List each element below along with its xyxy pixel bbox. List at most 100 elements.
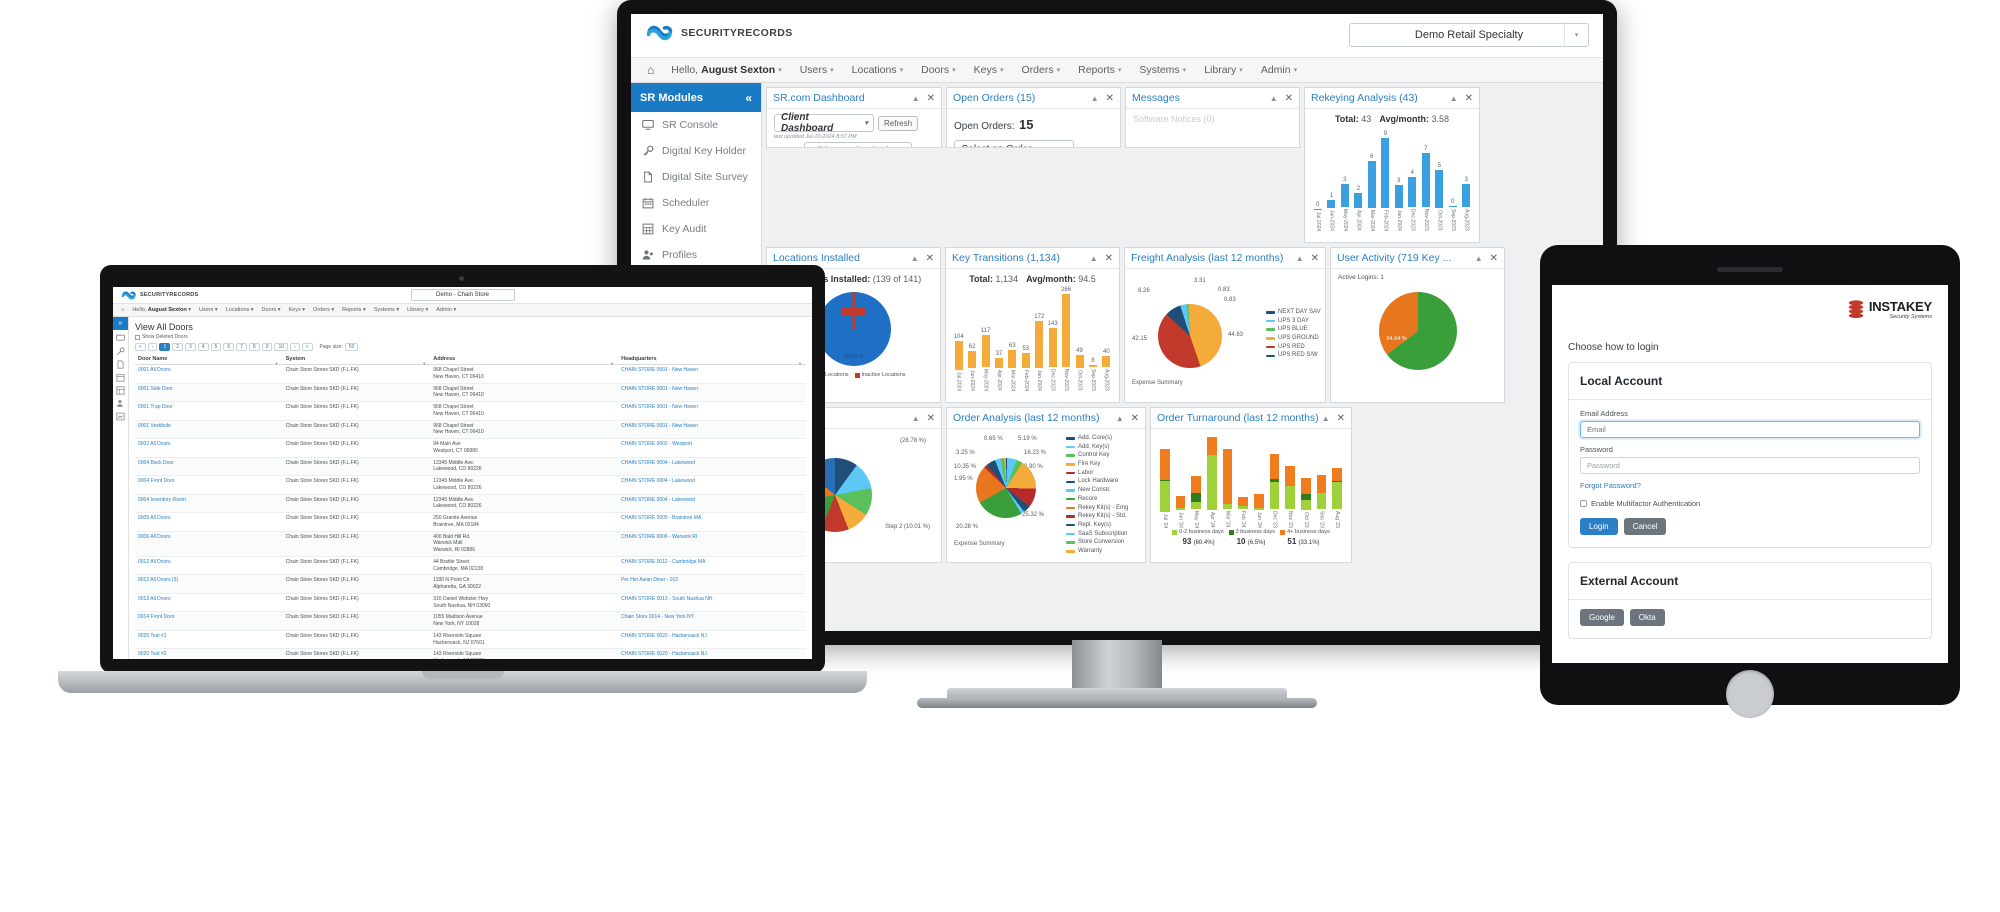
collapse-icon[interactable]: ▲ bbox=[1296, 254, 1304, 263]
login-button[interactable]: Login bbox=[1580, 518, 1618, 535]
sidebar-item-scheduler[interactable]: Scheduler bbox=[631, 190, 761, 216]
page-button-7[interactable]: 7 bbox=[236, 343, 247, 351]
nav-item-orders[interactable]: Orders ▾ bbox=[309, 307, 338, 313]
page-prev-button[interactable]: ‹ bbox=[147, 343, 158, 351]
table-row[interactable]: 0005 All Doors Chain Store Stores SKD (F.… bbox=[135, 512, 806, 532]
page-button-3[interactable]: 3 bbox=[185, 343, 196, 351]
close-icon[interactable]: ✕ bbox=[926, 253, 934, 264]
nav-item-systems[interactable]: Systems ▾ bbox=[1130, 58, 1195, 82]
collapse-icon[interactable]: ▲ bbox=[1450, 94, 1458, 103]
table-row[interactable]: 0012 All Doors (3) Chain Store Stores SKD… bbox=[135, 574, 806, 594]
dashboard-type-select[interactable]: Client Dashboard bbox=[774, 112, 874, 134]
cancel-button[interactable]: Cancel bbox=[1623, 518, 1667, 535]
nav-item-users[interactable]: Users ▾ bbox=[195, 307, 222, 313]
page-button-2[interactable]: 2 bbox=[172, 343, 184, 351]
collapse-icon[interactable]: ▲ bbox=[1322, 414, 1330, 423]
password-field[interactable]: Password bbox=[1580, 457, 1920, 474]
filter-icon[interactable]: ▼ bbox=[610, 361, 614, 366]
monitor-icon[interactable] bbox=[116, 334, 125, 343]
key-icon[interactable] bbox=[116, 347, 125, 356]
table-row[interactable]: 0020 Test #2 Chain Store Stores SKD (F.L.… bbox=[135, 648, 806, 659]
table-row[interactable]: 0014 Front Door Chain Store Stores SKD (F… bbox=[135, 611, 806, 631]
page-button-9[interactable]: 9 bbox=[261, 343, 273, 351]
sidebar-item-digital-site-survey[interactable]: Digital Site Survey bbox=[631, 164, 761, 190]
table-row[interactable]: 0004 Front Door Chain Store Stores SKD (F… bbox=[135, 475, 806, 495]
page-size-select[interactable]: 50 bbox=[344, 343, 359, 351]
nav-item-keys[interactable]: Keys ▾ bbox=[285, 307, 310, 313]
page-next-button[interactable]: › bbox=[290, 343, 300, 351]
email-field[interactable]: Email bbox=[1580, 421, 1920, 438]
google-login-button[interactable]: Google bbox=[1580, 609, 1624, 626]
close-icon[interactable]: ✕ bbox=[1105, 253, 1113, 264]
nav-item-systems[interactable]: Systems ▾ bbox=[370, 307, 403, 313]
sidebar-item-sr-console[interactable]: SR Console bbox=[631, 112, 761, 138]
column-header-door-name[interactable]: Door Name ▼ bbox=[135, 354, 283, 366]
collapse-icon[interactable]: ▲ bbox=[1270, 94, 1278, 103]
nav-item-orders[interactable]: Orders ▾ bbox=[1013, 58, 1070, 82]
table-row[interactable]: 0001 Vestibule Chain Store Stores SKD (F.… bbox=[135, 420, 806, 439]
grid-icon[interactable] bbox=[116, 386, 125, 395]
collapse-icon[interactable]: ▲ bbox=[1091, 94, 1099, 103]
nav-item-admin[interactable]: Admin ▾ bbox=[1252, 58, 1306, 82]
collapse-icon[interactable]: ▲ bbox=[912, 414, 920, 423]
close-icon[interactable]: ✕ bbox=[1285, 93, 1293, 104]
user-icon[interactable] bbox=[116, 399, 125, 408]
page-button-8[interactable]: 8 bbox=[248, 343, 260, 351]
nav-item-greeting[interactable]: Hello, August Sexton ▾ bbox=[128, 307, 195, 313]
filter-icon[interactable]: ▼ bbox=[422, 361, 426, 366]
nav-item-keys[interactable]: Keys ▾ bbox=[965, 58, 1013, 82]
collapse-icon[interactable]: ▲ bbox=[1090, 254, 1098, 263]
nav-item-greeting[interactable]: Hello, August Sexton ▾ bbox=[662, 58, 790, 82]
nav-home-icon[interactable]: ⌂ bbox=[117, 307, 128, 313]
table-row[interactable]: 0002 All Doors Chain Store Stores SKD (F.… bbox=[135, 438, 806, 458]
table-row[interactable]: 0006 All Doors Chain Store Stores SKD (F.… bbox=[135, 531, 806, 557]
page-button-5[interactable]: 5 bbox=[210, 343, 222, 351]
table-row[interactable]: 0004 Back Door Chain Store Stores SKD (F.… bbox=[135, 457, 806, 476]
column-header-headquarters[interactable]: Headquarters ▼ bbox=[618, 354, 806, 366]
tablet-home-button[interactable] bbox=[1726, 670, 1774, 718]
filter-icon[interactable]: ▼ bbox=[275, 361, 279, 366]
table-row[interactable]: 0012 All Doors Chain Store Stores SKD (F.… bbox=[135, 556, 806, 576]
page-first-button[interactable]: « bbox=[135, 343, 146, 351]
nav-item-locations[interactable]: Locations ▾ bbox=[222, 307, 258, 313]
company-selector[interactable]: Demo - Chain Store bbox=[410, 289, 515, 301]
mfa-checkbox[interactable]: Enable Multifactor Authentication bbox=[1580, 499, 1920, 508]
close-icon[interactable]: ✕ bbox=[1131, 413, 1139, 424]
column-header-address[interactable]: Address ▼ bbox=[430, 354, 619, 366]
nav-home-icon[interactable]: ⌂ bbox=[639, 58, 662, 82]
sidebar-item-digital-key-holder[interactable]: Digital Key Holder bbox=[631, 138, 761, 164]
table-row[interactable]: 0004 Inventory Room Chain Store Stores SK… bbox=[135, 494, 806, 513]
page-button-4[interactable]: 4 bbox=[197, 343, 209, 351]
table-row[interactable]: 0001 Trap Door Chain Store Stores SKD (F.… bbox=[135, 401, 806, 421]
close-icon[interactable]: ✕ bbox=[1337, 413, 1345, 424]
document-icon[interactable] bbox=[116, 360, 125, 369]
nav-item-doors[interactable]: Doors ▾ bbox=[912, 58, 965, 82]
page-button-10[interactable]: 10 bbox=[274, 343, 289, 351]
nav-item-users[interactable]: Users ▾ bbox=[791, 58, 843, 82]
nav-item-reports[interactable]: Reports ▾ bbox=[338, 307, 370, 313]
sidebar-item-key-audit[interactable]: Key Audit bbox=[631, 216, 761, 242]
page-button-1[interactable]: 1 bbox=[159, 343, 171, 351]
nav-item-admin[interactable]: Admin ▾ bbox=[432, 307, 460, 313]
calendar-icon[interactable] bbox=[116, 373, 125, 382]
table-row[interactable]: 0020 Test #1 Chain Store Stores SKD (F.L.… bbox=[135, 630, 806, 650]
collapse-icon[interactable]: ▲ bbox=[911, 254, 919, 263]
page-button-6[interactable]: 6 bbox=[223, 343, 235, 351]
database-icon[interactable] bbox=[116, 412, 125, 421]
close-icon[interactable]: ✕ bbox=[1311, 253, 1319, 264]
table-row[interactable]: 0001 Side Door Chain Store Stores SKD (F.… bbox=[135, 383, 806, 402]
table-row[interactable]: 0013 All Doors Chain Store Stores SKD (F.… bbox=[135, 593, 806, 613]
show-deleted-checkbox[interactable]: Show Deleted Doors bbox=[135, 334, 806, 340]
close-icon[interactable]: ✕ bbox=[1490, 253, 1498, 264]
close-icon[interactable]: ✕ bbox=[1465, 93, 1473, 104]
show-filter-select[interactable]: All items checked bbox=[804, 142, 913, 147]
okta-login-button[interactable]: Okta bbox=[1629, 609, 1665, 626]
collapse-icon[interactable]: ▲ bbox=[1475, 254, 1483, 263]
nav-item-locations[interactable]: Locations ▾ bbox=[843, 58, 912, 82]
sidebar-expand-button[interactable]: » bbox=[113, 317, 128, 330]
order-select[interactable]: Select an Order bbox=[954, 140, 1074, 147]
nav-item-library[interactable]: Library ▾ bbox=[403, 307, 432, 313]
forgot-password-link[interactable]: Forgot Password? bbox=[1580, 481, 1920, 490]
close-icon[interactable]: ✕ bbox=[927, 93, 935, 104]
filter-icon[interactable]: ▼ bbox=[798, 361, 802, 366]
